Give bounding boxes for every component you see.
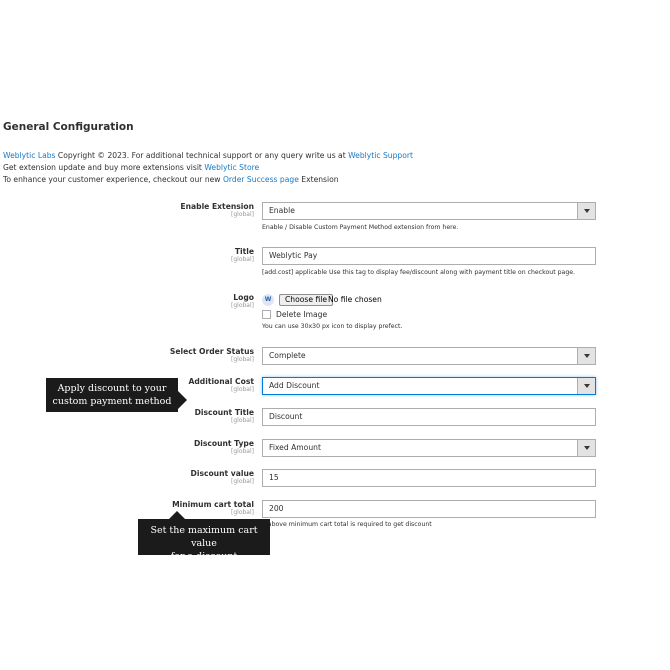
- tooltip-discount: Apply discount to your custom payment me…: [46, 378, 187, 412]
- chevron-down-icon: [583, 354, 590, 358]
- enable-extension-note: Enable / Disable Custom Payment Method e…: [262, 224, 459, 231]
- chevron-down-icon: [583, 209, 590, 213]
- section-title: General Configuration: [3, 121, 134, 133]
- order-status-value: Complete: [269, 351, 306, 360]
- order-success-page-link[interactable]: Order Success page: [223, 175, 299, 184]
- tooltip-discount-line1: Apply discount to your: [57, 383, 167, 394]
- min-cart-total-label-group: Minimum cart total [global]: [120, 500, 254, 516]
- enable-extension-label-group: Enable Extension [global]: [120, 202, 254, 218]
- discount-type-dropdown-button[interactable]: [577, 440, 595, 456]
- logo-note: You can use 30x30 px icon to display pre…: [262, 323, 403, 330]
- delete-image-checkbox[interactable]: [262, 310, 271, 319]
- enable-extension-scope: [global]: [231, 211, 254, 218]
- title-input[interactable]: Weblytic Pay: [262, 247, 596, 265]
- discount-value-label-group: Discount value [global]: [120, 469, 254, 485]
- choose-file-button[interactable]: Choose file: [279, 294, 334, 306]
- additional-cost-select[interactable]: Add Discount: [262, 377, 596, 395]
- discount-title-input[interactable]: Discount: [262, 408, 596, 426]
- intro-line-order-success: To enhance your customer experience, che…: [3, 174, 339, 185]
- file-status: No file chosen: [328, 295, 382, 304]
- additional-cost-dropdown-button[interactable]: [577, 378, 595, 394]
- min-cart-total-scope: [global]: [231, 509, 254, 516]
- enable-extension-dropdown-button[interactable]: [577, 203, 595, 219]
- discount-title-scope: [global]: [231, 417, 254, 424]
- discount-type-label: Discount Type: [193, 439, 254, 448]
- logo-label: Logo: [233, 293, 254, 302]
- intro-line-copyright: Weblytic Labs Copyright © 2023. For addi…: [3, 150, 413, 161]
- discount-value-input[interactable]: 15: [262, 469, 596, 487]
- min-cart-total-input[interactable]: 200: [262, 500, 596, 518]
- discount-value-scope: [global]: [231, 478, 254, 485]
- discount-value-label: Discount value: [190, 469, 254, 478]
- min-cart-total-label: Minimum cart total: [172, 500, 254, 509]
- intro-extension-text: Extension: [298, 175, 339, 184]
- tooltip-max-cart-pointer: [168, 511, 186, 520]
- logo-scope: [global]: [231, 302, 254, 309]
- weblytic-support-link[interactable]: Weblytic Support: [348, 151, 413, 160]
- chevron-down-icon: [583, 446, 590, 450]
- tooltip-max-cart: Set the maximum cart value for a discoun…: [138, 511, 270, 562]
- tooltip-discount-line2: custom payment method: [52, 396, 172, 407]
- intro-store-text: Get extension update and buy more extens…: [3, 163, 205, 172]
- discount-type-select[interactable]: Fixed Amount: [262, 439, 596, 457]
- weblytic-store-link[interactable]: Weblytic Store: [204, 163, 259, 172]
- intro-line-store: Get extension update and buy more extens…: [3, 162, 259, 173]
- discount-type-value: Fixed Amount: [269, 443, 321, 452]
- tooltip-max-cart-line1: Set the maximum cart value: [150, 525, 258, 549]
- title-label: Title: [234, 247, 254, 256]
- logo-preview-icon: W: [262, 294, 274, 306]
- enable-extension-select[interactable]: Enable: [262, 202, 596, 220]
- title-label-group: Title [global]: [120, 247, 254, 263]
- tooltip-max-cart-line2: for a discount: [170, 551, 238, 562]
- title-note: [add.cost] applicable Use this tag to di…: [262, 269, 576, 276]
- tooltip-discount-pointer: [178, 391, 187, 409]
- order-status-dropdown-button[interactable]: [577, 348, 595, 364]
- logo-label-group: Logo [global]: [120, 293, 254, 309]
- discount-type-label-group: Discount Type [global]: [120, 439, 254, 455]
- intro-copyright-text: Copyright © 2023. For additional technic…: [55, 151, 349, 160]
- delete-image-label[interactable]: Delete Image: [276, 310, 327, 319]
- additional-cost-value: Add Discount: [269, 381, 320, 390]
- order-status-label: Select Order Status: [169, 347, 254, 356]
- intro-enhance-text: To enhance your customer experience, che…: [3, 175, 223, 184]
- order-status-select[interactable]: Complete: [262, 347, 596, 365]
- enable-extension-value: Enable: [269, 206, 295, 215]
- discount-type-scope: [global]: [231, 448, 254, 455]
- enable-extension-label: Enable Extension: [180, 202, 254, 211]
- chevron-down-icon: [583, 384, 590, 388]
- order-status-scope: [global]: [231, 356, 254, 363]
- weblytic-labs-link[interactable]: Weblytic Labs: [3, 151, 56, 160]
- order-status-label-group: Select Order Status [global]: [120, 347, 254, 363]
- title-scope: [global]: [231, 256, 254, 263]
- min-cart-total-note: e above minimum cart total is required t…: [262, 521, 432, 528]
